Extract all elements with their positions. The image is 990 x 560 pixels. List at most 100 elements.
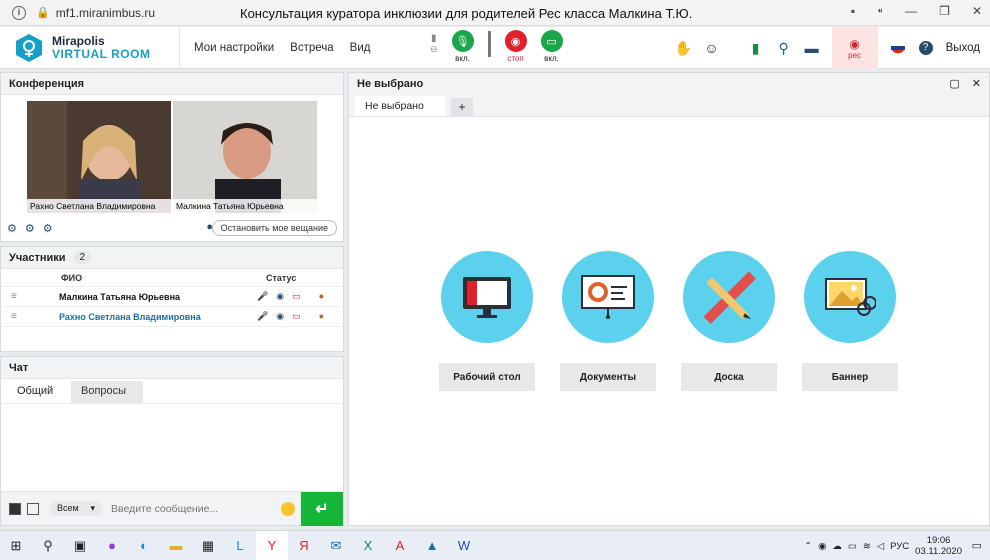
image-link-icon [804,251,896,343]
emoji-icon[interactable]: ☺ [700,36,724,60]
notifications-icon[interactable]: ▭ [972,539,982,552]
screen-status-icon[interactable]: ▭ [292,291,301,302]
chevron-up-icon[interactable]: ⌃ [804,541,812,552]
send-button[interactable]: ↵ [301,492,343,526]
tool-documents-label[interactable]: Документы [560,363,656,391]
menu-meeting[interactable]: Встреча [290,42,333,54]
stop-broadcast-button[interactable]: Остановить мое вещание [211,220,337,236]
tool-documents[interactable]: Документы [560,251,656,391]
language-indicator[interactable]: РУС [890,541,909,552]
raise-hand-icon[interactable]: ✋ [672,36,696,60]
mic-muted-icon[interactable]: 🎤 [257,311,268,322]
mic-toggle[interactable]: 🎙 вкл. [451,30,474,63]
camera-toggle[interactable]: ◉ стоп [504,30,527,63]
stats-icon[interactable]: ▮ [744,36,768,60]
chat-compose: Всем ▾ ↵ [1,491,343,526]
exit-button[interactable]: Выход [946,42,980,54]
audio-settings-icon[interactable]: ⚙ [25,222,35,235]
record-label: рес [848,50,862,60]
wifi-icon[interactable]: ≋ [863,541,871,552]
avatar-icon[interactable]: ● [319,291,324,302]
screen-status-icon[interactable]: ▭ [292,311,301,322]
emoji-icon[interactable] [281,502,295,516]
volume-slider[interactable] [487,31,491,57]
screen-caption: вкл. [544,54,559,63]
network-icon[interactable]: ⚲ [772,36,796,60]
drag-handle-icon[interactable]: ≡ [11,311,23,322]
participant-row[interactable]: ≡ Малкина Татьяна Юрьевна 🎤 ◉ ▭ ● [1,287,343,307]
record-button[interactable]: ◉ рес [831,27,878,69]
language-flag-icon[interactable] [886,36,910,60]
video-tile[interactable]: Рахно Светлана Владимировна [27,101,171,213]
task-view-icon[interactable]: ▣ [64,531,96,560]
participant-row[interactable]: ≡ Рахно Светлана Владимировна 🎤 ◉ ▭ ● [1,307,343,327]
tool-banner-label[interactable]: Баннер [802,363,898,391]
yandex-icon[interactable]: Я [288,531,320,560]
restore-button[interactable]: ❐ [939,4,950,18]
mail-icon[interactable]: ✉ [320,531,352,560]
edge-icon[interactable]: ◐ [128,531,160,560]
avatar-icon[interactable]: ● [319,311,324,322]
pdf-icon[interactable]: A [384,531,416,560]
word-icon[interactable]: W [448,531,480,560]
tool-board-label[interactable]: Доска [681,363,777,391]
mic-caption: вкл. [455,54,470,63]
camera-settings-icon[interactable]: ⚙ [7,222,17,235]
screen-share-toggle[interactable]: ▭ вкл. [540,30,563,63]
browser-titlebar: i 🔒 mf1.miranimbus.ru Консультация курат… [0,0,990,26]
store-icon[interactable]: ▦ [192,531,224,560]
tool-banner[interactable]: Баннер [802,251,898,391]
logo-icon [16,33,42,62]
tool-desktop[interactable]: Рабочий стол [439,251,535,391]
menu-view[interactable]: Вид [350,42,371,54]
mic-level[interactable]: ▮ ⊖ [430,33,438,55]
mic-indicator-icon[interactable]: ⁌ [877,4,883,18]
app-l-icon[interactable]: L [224,531,256,560]
tab-questions[interactable]: Вопросы [71,381,143,403]
camera-status-icon[interactable]: ◉ [276,291,284,302]
tab-general[interactable]: Общий [7,381,71,403]
tray-app-icon[interactable]: ◉ [818,541,826,552]
explorer-icon[interactable]: ▬ [160,531,192,560]
tool-board[interactable]: Доска [681,251,777,391]
menu-my-settings[interactable]: Мои настройки [194,42,274,54]
help-icon[interactable]: ? [914,36,938,60]
volume-icon[interactable]: ◁ [877,541,884,552]
text-color-icon[interactable] [9,502,21,515]
add-tab-button[interactable]: + [451,98,473,116]
drag-handle-icon[interactable]: ≡ [11,291,23,302]
record-icon: ◉ [849,36,860,51]
site-info-icon[interactable]: i [12,5,26,20]
tab-not-selected[interactable]: Не выбрано [355,96,445,116]
address-url[interactable]: mf1.miranimbus.ru [56,6,155,20]
chat-tabs: Общий Вопросы [7,381,343,403]
video-tile[interactable]: Малкина Татьяна Юрьевна [173,101,317,213]
camera-status-icon[interactable]: ◉ [276,311,284,322]
alice-icon[interactable]: ● [96,531,128,560]
camera-indicator-icon[interactable]: ▪ [851,4,855,18]
excel-icon[interactable]: X [352,531,384,560]
toggle-icon[interactable]: ⊖ [430,44,438,55]
conference-title: Конференция [1,73,343,95]
tool-desktop-label[interactable]: Рабочий стол [439,363,535,391]
onedrive-icon[interactable]: ☁ [832,541,842,552]
recipient-select[interactable]: Всем ▾ [49,501,103,516]
clock[interactable]: 19:06 03.11.2020 [915,535,962,557]
mic-status-icon[interactable]: 🎤 [257,291,268,302]
photos-icon[interactable]: ▲ [416,531,448,560]
background-color-icon[interactable] [27,502,39,515]
yandex-browser-icon[interactable]: Y [256,530,288,560]
battery-icon[interactable]: ▭ [848,541,857,552]
message-input[interactable] [111,502,271,515]
minimize-button[interactable]: — [905,4,917,18]
conference-panel: Конференция Рахно Светлана Владимировна … [0,72,344,242]
start-icon[interactable]: ⊞ [0,531,32,560]
broadcast-settings-icon[interactable]: ⚙ [43,222,53,235]
close-window-button[interactable]: ✕ [972,4,982,18]
maximize-icon[interactable]: ▢ [949,77,959,90]
conference-controls: ⚙ ⚙ ⚙ ● Остановить мое вещание [7,218,337,238]
close-icon[interactable]: ✕ [972,77,981,90]
search-icon[interactable]: ⚲ [32,531,64,560]
folder-icon[interactable]: ▬ [800,36,824,60]
presentation-icon [562,251,654,343]
